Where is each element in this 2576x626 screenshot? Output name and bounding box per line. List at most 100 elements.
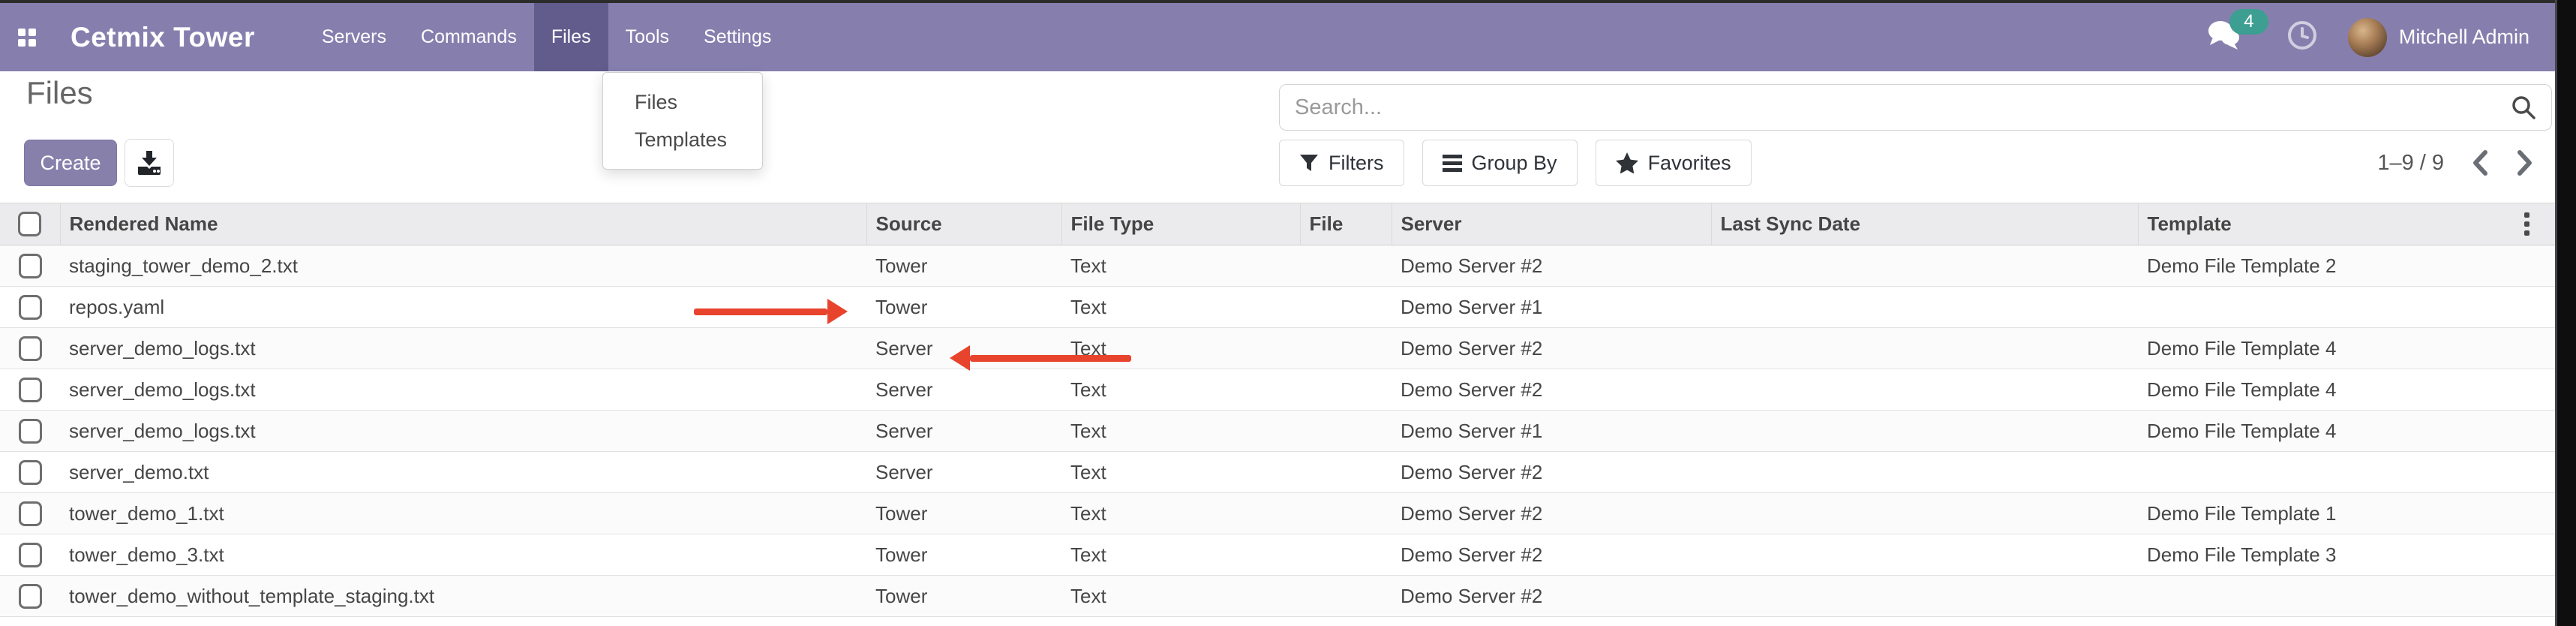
cell-template[interactable] bbox=[2138, 452, 2556, 493]
menu-item-commands[interactable]: Commands bbox=[404, 3, 534, 71]
cell-template[interactable]: Demo File Template 1 bbox=[2138, 493, 2556, 534]
cell-server[interactable]: Demo Server #1 bbox=[1392, 287, 1711, 328]
select-all-checkbox[interactable] bbox=[18, 212, 41, 236]
table-row[interactable]: staging_tower_demo_2.txtTowerTextDemo Se… bbox=[0, 245, 2556, 287]
cell-file-type[interactable]: Text bbox=[1061, 245, 1300, 287]
row-checkbox-cell[interactable] bbox=[0, 328, 60, 369]
apps-menu-icon[interactable] bbox=[18, 29, 36, 47]
cell-file[interactable] bbox=[1300, 369, 1392, 411]
menu-item-servers[interactable]: Servers bbox=[305, 3, 404, 71]
cell-rendered-name[interactable]: server_demo.txt bbox=[60, 452, 866, 493]
cell-last-sync-date[interactable] bbox=[1711, 328, 2138, 369]
cell-rendered-name[interactable]: tower_demo_without_template_staging.txt bbox=[60, 576, 866, 617]
cell-file-type[interactable]: Text bbox=[1061, 452, 1300, 493]
activities-button[interactable] bbox=[2286, 20, 2318, 55]
table-row[interactable]: tower_demo_without_template_staging.txtT… bbox=[0, 576, 2556, 617]
cell-template[interactable]: Demo File Template 4 bbox=[2138, 411, 2556, 452]
row-checkbox-cell[interactable] bbox=[0, 245, 60, 287]
table-row[interactable]: server_demo_logs.txtServerTextDemo Serve… bbox=[0, 328, 2556, 369]
cell-server[interactable]: Demo Server #1 bbox=[1392, 411, 1711, 452]
row-checkbox[interactable] bbox=[19, 336, 42, 361]
cell-file-type[interactable]: Text bbox=[1061, 493, 1300, 534]
cell-template[interactable]: Demo File Template 3 bbox=[2138, 534, 2556, 576]
cell-last-sync-date[interactable] bbox=[1711, 287, 2138, 328]
search-input[interactable] bbox=[1280, 95, 2511, 121]
cell-last-sync-date[interactable] bbox=[1711, 369, 2138, 411]
cell-last-sync-date[interactable] bbox=[1711, 493, 2138, 534]
column-header-file[interactable]: File bbox=[1300, 203, 1392, 245]
cell-source[interactable]: Server bbox=[866, 369, 1061, 411]
cell-file[interactable] bbox=[1300, 287, 1392, 328]
row-checkbox-cell[interactable] bbox=[0, 452, 60, 493]
row-checkbox[interactable] bbox=[19, 295, 42, 320]
row-checkbox[interactable] bbox=[19, 543, 42, 567]
table-row[interactable]: server_demo.txtServerText Demo Server #2 bbox=[0, 452, 2556, 493]
messages-button[interactable]: 4 bbox=[2207, 20, 2241, 55]
cell-file-type[interactable]: Text bbox=[1061, 534, 1300, 576]
row-checkbox[interactable] bbox=[19, 254, 42, 278]
user-name[interactable]: Mitchell Admin bbox=[2399, 26, 2529, 49]
cell-rendered-name[interactable]: tower_demo_1.txt bbox=[60, 493, 866, 534]
row-checkbox-cell[interactable] bbox=[0, 369, 60, 411]
pager-next-button[interactable] bbox=[2516, 149, 2534, 176]
cell-template[interactable] bbox=[2138, 576, 2556, 617]
row-checkbox-cell[interactable] bbox=[0, 534, 60, 576]
select-all-cell[interactable] bbox=[0, 203, 60, 245]
cell-file-type[interactable]: Text bbox=[1061, 576, 1300, 617]
table-row[interactable]: tower_demo_1.txtTowerTextDemo Server #2D… bbox=[0, 493, 2556, 534]
dropdown-item-files[interactable]: Files bbox=[603, 83, 762, 121]
table-row[interactable]: server_demo_logs.txtServerTextDemo Serve… bbox=[0, 369, 2556, 411]
row-checkbox[interactable] bbox=[19, 584, 42, 609]
menu-item-settings[interactable]: Settings bbox=[686, 3, 788, 71]
table-row[interactable]: tower_demo_3.txtTowerTextDemo Server #2D… bbox=[0, 534, 2556, 576]
cell-rendered-name[interactable]: tower_demo_3.txt bbox=[60, 534, 866, 576]
filters-button[interactable]: Filters bbox=[1279, 140, 1404, 186]
table-row[interactable]: server_demo_logs.txtServerTextDemo Serve… bbox=[0, 411, 2556, 452]
cell-last-sync-date[interactable] bbox=[1711, 245, 2138, 287]
cell-source[interactable]: Tower bbox=[866, 287, 1061, 328]
cell-file[interactable] bbox=[1300, 245, 1392, 287]
cell-source[interactable]: Server bbox=[866, 411, 1061, 452]
cell-file[interactable] bbox=[1300, 534, 1392, 576]
cell-template[interactable]: Demo File Template 4 bbox=[2138, 369, 2556, 411]
cell-rendered-name[interactable]: server_demo_logs.txt bbox=[60, 328, 866, 369]
table-row[interactable]: repos.yamlTowerTextDemo Server #1 bbox=[0, 287, 2556, 328]
cell-server[interactable]: Demo Server #2 bbox=[1392, 493, 1711, 534]
cell-last-sync-date[interactable] bbox=[1711, 576, 2138, 617]
column-header-last-sync-date[interactable]: Last Sync Date bbox=[1711, 203, 2138, 245]
cell-template[interactable] bbox=[2138, 287, 2556, 328]
cell-server[interactable]: Demo Server #2 bbox=[1392, 369, 1711, 411]
cell-file[interactable] bbox=[1300, 452, 1392, 493]
search-submit[interactable] bbox=[2511, 95, 2536, 120]
cell-template[interactable]: Demo File Template 4 bbox=[2138, 328, 2556, 369]
cell-rendered-name[interactable]: staging_tower_demo_2.txt bbox=[60, 245, 866, 287]
optional-columns-icon[interactable] bbox=[2524, 212, 2529, 236]
cell-source[interactable]: Tower bbox=[866, 245, 1061, 287]
create-button[interactable]: Create bbox=[24, 140, 117, 186]
row-checkbox-cell[interactable] bbox=[0, 411, 60, 452]
column-header-rendered-name[interactable]: Rendered Name bbox=[60, 203, 866, 245]
column-header-source[interactable]: Source bbox=[866, 203, 1061, 245]
user-avatar[interactable] bbox=[2348, 18, 2387, 57]
row-checkbox-cell[interactable] bbox=[0, 576, 60, 617]
cell-file[interactable] bbox=[1300, 411, 1392, 452]
cell-last-sync-date[interactable] bbox=[1711, 534, 2138, 576]
row-checkbox[interactable] bbox=[19, 501, 42, 526]
cell-file[interactable] bbox=[1300, 493, 1392, 534]
row-checkbox-cell[interactable] bbox=[0, 287, 60, 328]
cell-last-sync-date[interactable] bbox=[1711, 452, 2138, 493]
cell-server[interactable]: Demo Server #2 bbox=[1392, 452, 1711, 493]
cell-template[interactable]: Demo File Template 2 bbox=[2138, 245, 2556, 287]
menu-item-files[interactable]: Files bbox=[534, 3, 608, 71]
menu-item-tools[interactable]: Tools bbox=[608, 3, 686, 71]
cell-server[interactable]: Demo Server #2 bbox=[1392, 534, 1711, 576]
cell-file-type[interactable]: Text bbox=[1061, 287, 1300, 328]
row-checkbox-cell[interactable] bbox=[0, 493, 60, 534]
favorites-button[interactable]: Favorites bbox=[1596, 140, 1752, 186]
row-checkbox[interactable] bbox=[19, 378, 42, 402]
cell-source[interactable]: Server bbox=[866, 452, 1061, 493]
import-button[interactable] bbox=[125, 139, 174, 187]
dropdown-item-templates[interactable]: Templates bbox=[603, 121, 762, 158]
cell-source[interactable]: Tower bbox=[866, 576, 1061, 617]
cell-file-type[interactable]: Text bbox=[1061, 369, 1300, 411]
